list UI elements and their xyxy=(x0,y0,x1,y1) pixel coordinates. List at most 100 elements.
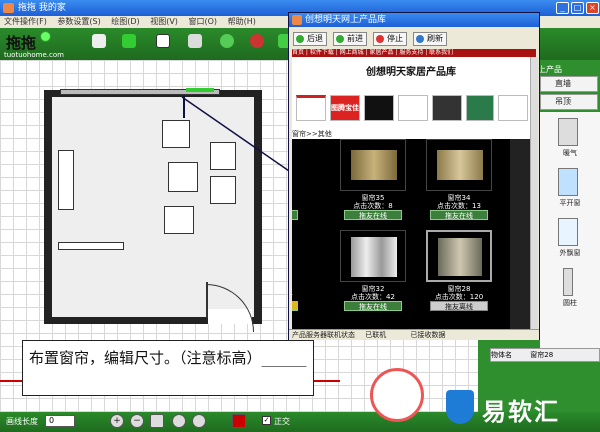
shield-icon xyxy=(446,390,474,424)
stop-icon[interactable] xyxy=(250,34,264,48)
annotation-text: 布置窗帘，编辑尺寸。（注意标高）______ xyxy=(29,349,307,367)
partial-product-button[interactable] xyxy=(292,210,298,220)
forward-icon xyxy=(336,35,344,43)
refresh-button[interactable]: 刷新 xyxy=(413,32,447,46)
forward-button[interactable]: 前进 xyxy=(333,32,367,46)
cabinet-block[interactable] xyxy=(58,242,124,250)
menu-draw[interactable]: 绘图(D) xyxy=(107,17,143,26)
popup-app-icon xyxy=(292,15,302,25)
casement-window-icon[interactable] xyxy=(558,168,578,196)
fit-view-icon[interactable] xyxy=(150,414,164,428)
logo-dot-icon xyxy=(40,31,51,42)
logo-url: tuotuohome.com xyxy=(4,51,64,59)
watermark: 易软汇 xyxy=(362,362,600,432)
furniture-block[interactable] xyxy=(164,206,194,234)
bay-window-icon[interactable] xyxy=(558,218,578,246)
furniture-block[interactable] xyxy=(210,176,236,204)
refresh-icon[interactable] xyxy=(220,34,234,48)
property-name-label: 物体名 xyxy=(491,351,512,359)
product-action-button[interactable]: 拖友在线 xyxy=(344,210,402,220)
popup-statusbar: 产品服务器联机状态 已联机 已接收数据 xyxy=(289,329,539,340)
rotate-icon[interactable] xyxy=(172,414,186,428)
watermark-text: 易软汇 xyxy=(482,398,560,426)
server-status-label: 产品服务器联机状态 xyxy=(292,331,355,339)
ortho-label: 正交 xyxy=(274,417,290,426)
product-action-button[interactable]: 拖友在线 xyxy=(344,301,402,311)
stop-icon xyxy=(376,35,384,43)
window-title: 拖拖 我的家 xyxy=(18,3,66,13)
popup-scrollbar[interactable] xyxy=(530,57,538,329)
brand-logo[interactable] xyxy=(432,95,462,121)
menu-settings[interactable]: 参数设置(S) xyxy=(53,17,104,26)
logo-text: 拖拖 xyxy=(6,34,37,52)
new-icon[interactable] xyxy=(156,34,170,48)
line-length-label: 画线长度 xyxy=(6,417,38,426)
curtain-selected-marker[interactable] xyxy=(186,88,214,92)
pan-icon[interactable] xyxy=(192,414,206,428)
breadcrumb: 窗帘>>其他 xyxy=(292,130,332,138)
partial-product-number: 31 xyxy=(292,284,302,292)
minimize-button[interactable]: _ xyxy=(556,2,569,14)
item-label-radiator: 暖气 xyxy=(563,149,577,157)
mascot-icon xyxy=(370,368,424,422)
open-icon[interactable] xyxy=(92,34,106,48)
line-length-input[interactable]: 0 xyxy=(45,415,75,427)
maximize-button[interactable]: □ xyxy=(571,2,584,14)
door-leaf[interactable] xyxy=(206,282,208,318)
menu-file[interactable]: 文件操作(F) xyxy=(0,17,51,26)
menu-view[interactable]: 视图(V) xyxy=(146,17,182,26)
brand-logo[interactable] xyxy=(398,95,428,121)
brand-logo[interactable] xyxy=(364,95,394,121)
app-icon xyxy=(3,3,14,13)
brand-logo[interactable] xyxy=(296,95,326,121)
product-thumbnail[interactable] xyxy=(426,230,492,282)
partial-product-number: 21 xyxy=(292,193,302,201)
popup-title: 创想明天网上产品库 xyxy=(305,15,387,25)
brand-logo[interactable] xyxy=(466,95,494,121)
product-action-button[interactable]: 拖友离线 xyxy=(430,301,488,311)
category-straight-wall[interactable]: 直墙 xyxy=(540,76,598,92)
property-name-value[interactable]: 窗帘28 xyxy=(530,351,553,359)
popup-content: 创想明天家居产品库 图腾宝佳 窗帘>>其他 21 31 ：57 窗帘35 点击次… xyxy=(292,57,530,329)
zoom-out-icon[interactable]: − xyxy=(130,414,144,428)
back-button[interactable]: 后退 xyxy=(293,32,327,46)
menu-window[interactable]: 窗口(O) xyxy=(184,17,221,26)
brand-logo[interactable]: 图腾宝佳 xyxy=(330,95,360,121)
product-action-button[interactable]: 拖友在线 xyxy=(430,210,488,220)
properties-row: 物体名 窗帘28 xyxy=(490,348,600,362)
logo: 拖拖 tuotuohome.com xyxy=(0,28,70,60)
item-label-column: 圆柱 xyxy=(563,299,577,307)
brand-logo[interactable] xyxy=(498,95,528,121)
color-picker-icon[interactable] xyxy=(232,414,246,428)
item-label-bay: 外飘窗 xyxy=(559,249,581,257)
panel-header: 上产品 xyxy=(538,65,562,74)
back-icon xyxy=(296,35,304,43)
menu-help[interactable]: 帮助(H) xyxy=(224,17,260,26)
close-button[interactable]: × xyxy=(586,2,599,14)
library-heading: 创想明天家居产品库 xyxy=(366,67,456,78)
site-nav[interactable]: 首页 | 软件下载 | 网上商城 | 家居产品 | 服务支持 | 联系我们 xyxy=(292,49,536,57)
annotation-box: 布置窗帘，编辑尺寸。（注意标高）______ xyxy=(22,340,314,396)
callout-line xyxy=(181,96,293,174)
refresh-icon xyxy=(416,35,424,43)
data-status: 已接收数据 xyxy=(410,331,446,339)
product-thumbnail[interactable] xyxy=(426,139,492,191)
product-column-partial xyxy=(510,139,530,329)
zoom-in-icon[interactable]: + xyxy=(110,414,124,428)
print-icon[interactable] xyxy=(188,34,202,48)
sofa-block[interactable] xyxy=(58,150,74,210)
column-icon[interactable] xyxy=(563,268,573,296)
ortho-checkbox[interactable]: ✓ xyxy=(262,416,271,425)
product-thumbnail[interactable] xyxy=(340,139,406,191)
item-label-casement: 平开窗 xyxy=(559,199,581,207)
radiator-icon[interactable] xyxy=(558,118,578,146)
stop-button[interactable]: 停止 xyxy=(373,32,407,46)
product-grid: 21 31 ：57 窗帘35 点击次数：8 拖友在线 窗帘34 点击次数：13 … xyxy=(292,139,530,329)
category-ceiling[interactable]: 吊顶 xyxy=(540,94,598,110)
product-library-window: 创想明天网上产品库 后退 前进 停止 刷新 首页 | 软件下载 | 网上商城 |… xyxy=(288,12,540,340)
save-icon[interactable] xyxy=(122,34,136,48)
connection-status: 已联机 xyxy=(365,331,387,339)
partial-product-button[interactable] xyxy=(292,301,298,311)
product-thumbnail[interactable] xyxy=(340,230,406,282)
popup-titlebar: 创想明天网上产品库 xyxy=(289,13,539,27)
